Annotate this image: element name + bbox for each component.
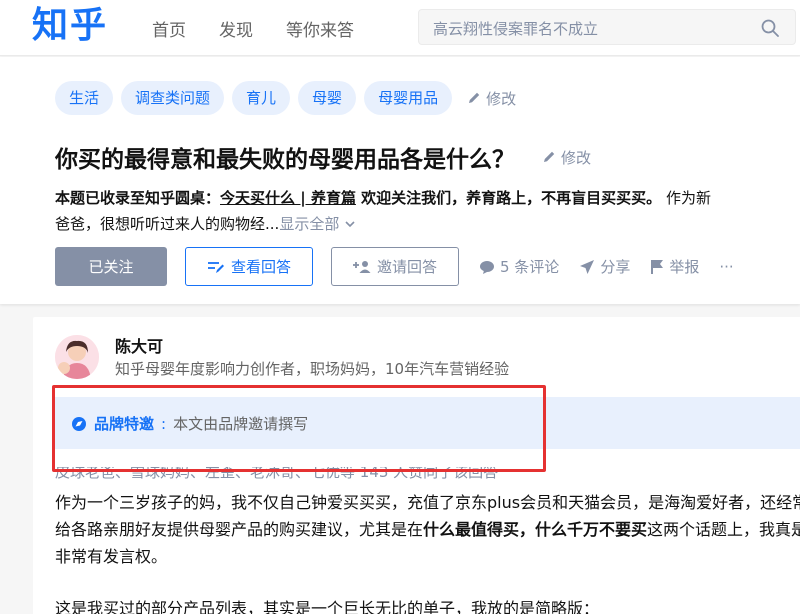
pencil-icon — [544, 151, 555, 162]
question-title: 你买的最得意和最失败的母婴用品各是什么？ — [55, 147, 515, 173]
edit-topics-button[interactable]: 修改 — [466, 88, 516, 109]
zhihu-logo[interactable]: 知乎 — [32, 4, 108, 48]
topic-tag[interactable]: 母婴用品 — [364, 81, 453, 115]
edit-question-button[interactable]: 修改 — [541, 147, 591, 168]
report-label: 举报 — [669, 258, 700, 276]
annotation-highlight-box — [52, 385, 546, 472]
answer-card: 陈大可 知乎母婴年度影响力创作者，职场妈妈，10年汽车营销经验 品牌特邀 : 本… — [33, 317, 800, 614]
share-button[interactable]: 分享 — [579, 256, 630, 277]
roundtable-slogan: 欢迎关注我们，养育路上，不再盲目买买买。 — [355, 189, 662, 207]
comments-label: 5 条评论 — [500, 258, 560, 276]
nav-discover[interactable]: 发现 — [219, 16, 253, 41]
answer-emphasis: 什么最值得买，什么千万不要买 — [423, 520, 648, 539]
write-icon — [207, 261, 224, 273]
answer-content: 作为一个三岁孩子的妈，我不仅自己钟爱买买买，充值了京东plus会员和天猫会员，是… — [55, 489, 800, 614]
author-name[interactable]: 陈大可 — [115, 333, 163, 357]
view-answers-label: 查看回答 — [230, 258, 291, 276]
top-header: 知乎 首页 发现 等你来答 高云翔性侵案罪名不成立 — [0, 0, 800, 56]
topic-tag[interactable]: 调查类问题 — [121, 81, 225, 115]
share-label: 分享 — [600, 258, 631, 276]
description-text-line2: 爸爸，很想听听过来人的购物经... — [55, 215, 280, 233]
roundtable-link[interactable]: 今天买什么 | 养育篇 — [220, 189, 356, 207]
invite-answer-label: 邀请回答 — [376, 258, 437, 276]
topic-tag[interactable]: 生活 — [55, 81, 114, 115]
comments-button[interactable]: 5 条评论 — [479, 256, 559, 277]
pencil-icon — [469, 92, 480, 103]
roundtable-prefix: 本题已收录至知乎圆桌： — [55, 189, 221, 207]
question-description: 本题已收录至知乎圆桌：今天买什么 | 养育篇 欢迎关注我们，养育路上，不再盲目买… — [55, 185, 800, 237]
description-text: 作为新 — [661, 189, 711, 207]
more-button[interactable]: ··· — [719, 258, 733, 276]
question-title-row: 你买的最得意和最失败的母婴用品各是什么？ 修改 — [55, 140, 591, 174]
followed-button[interactable]: 已关注 — [55, 247, 167, 286]
avatar[interactable] — [55, 335, 99, 379]
invite-user-icon — [352, 260, 371, 273]
edit-question-label: 修改 — [561, 148, 592, 167]
nav-home[interactable]: 首页 — [152, 16, 186, 41]
invite-answer-button[interactable]: 邀请回答 — [331, 247, 459, 286]
report-button[interactable]: 举报 — [650, 256, 699, 277]
question-header: 生活 调查类问题 育儿 母婴 母婴用品 修改 你买的最得意和最失败的母婴用品各是… — [0, 57, 800, 304]
show-all-label: 显示全部 — [279, 215, 340, 233]
answer-paragraph-2: 这是我买过的部分产品列表，其实是一个巨长无比的单子，我放的是简略版： — [55, 599, 600, 614]
search-icon[interactable] — [761, 19, 779, 37]
topic-tag[interactable]: 育儿 — [232, 81, 291, 115]
flag-icon — [651, 259, 664, 274]
question-actions: 已关注 查看回答 邀请回答 5 条评论 分享 举报 ··· — [55, 247, 734, 286]
main-nav: 首页 发现 等你来答 — [152, 16, 354, 41]
author-bio: 知乎母婴年度影响力创作者，职场妈妈，10年汽车营销经验 — [115, 360, 510, 378]
avatar-illustration — [55, 335, 99, 379]
topic-tag[interactable]: 母婴 — [298, 81, 357, 115]
view-answers-button[interactable]: 查看回答 — [185, 247, 313, 286]
chevron-down-icon — [345, 221, 355, 228]
topic-list: 生活 调查类问题 育儿 母婴 母婴用品 修改 — [55, 81, 516, 115]
search-input[interactable]: 高云翔性侵案罪名不成立 — [418, 9, 796, 45]
share-icon — [580, 259, 595, 274]
answer-paragraph: 作为一个三岁孩子的妈，我不仅自己钟爱买买买，充值了京东plus会员和天猫会员，是… — [55, 489, 800, 570]
comment-icon — [480, 260, 494, 274]
edit-topics-label: 修改 — [486, 89, 517, 108]
show-all-button[interactable]: 显示全部 — [279, 215, 356, 233]
search-placeholder: 高云翔性侵案罪名不成立 — [433, 20, 599, 38]
nav-waiting-answers[interactable]: 等你来答 — [286, 16, 354, 41]
